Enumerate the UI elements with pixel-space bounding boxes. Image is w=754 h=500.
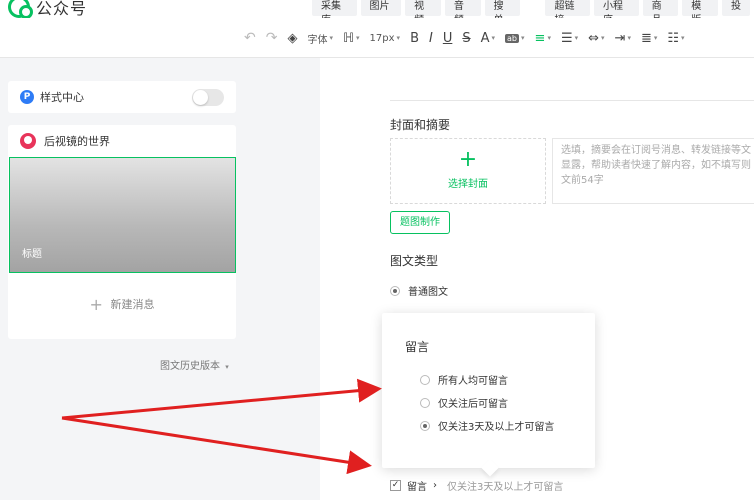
comment-checkbox[interactable]: ✓ — [390, 480, 401, 491]
font-family-select[interactable]: 字体 ▾ — [307, 31, 333, 46]
choose-cover-button[interactable]: + 选择封面 — [390, 138, 546, 204]
comment-option-followers[interactable]: 仅关注后可留言 — [420, 395, 508, 410]
article-card: 后视镜的世界 标题 + 新建消息 — [8, 125, 236, 339]
bold-button[interactable]: B — [410, 31, 419, 46]
style-center-card: P 样式中心 — [8, 81, 236, 113]
redo-icon[interactable]: ↷ — [266, 30, 278, 46]
article-type-title: 图文类型 — [390, 254, 439, 268]
app-name: 公众号 — [36, 0, 88, 18]
radio-icon — [390, 285, 400, 296]
account-avatar-icon — [20, 133, 36, 149]
undo-icon[interactable]: ↶ — [244, 30, 256, 46]
cover-design-button[interactable]: 题图制作 — [390, 211, 450, 234]
article-cover[interactable]: 标题 — [9, 157, 236, 273]
comment-setting-row: ✓ 留言 › 仅关注3天及以上才可留言 — [390, 478, 563, 493]
plus-icon: + — [458, 147, 478, 172]
paragraph-spacing-icon[interactable]: ☷ ▾ — [667, 31, 684, 46]
article-type-option[interactable]: 普通图文 — [390, 283, 448, 298]
menu-item-video[interactable]: 视频 — [405, 0, 441, 26]
letter-spacing-icon[interactable]: ⇔ ▾ — [588, 31, 604, 46]
comment-setting-hint: 仅关注3天及以上才可留言 — [447, 482, 564, 493]
menu-item-vote[interactable]: 投 — [721, 0, 750, 16]
underline-button[interactable]: U — [443, 31, 453, 46]
format-toolbar: ↶ ↷ ◈ 字体 ▾ ℍ ▾ 17px ▾ B I U S A ▾ ab ▾ ≡ ▾ ☰ ▾ … — [0, 18, 754, 58]
account-name: 后视镜的世界 — [44, 135, 110, 148]
account-header: 后视镜的世界 — [20, 133, 110, 149]
font-size-select[interactable]: 17px ▾ — [370, 33, 401, 44]
italic-button[interactable]: I — [429, 31, 433, 46]
style-center-icon: P — [20, 90, 34, 104]
plus-icon: + — [89, 295, 103, 314]
cover-section-title: 封面和摘要 — [390, 118, 451, 132]
radio-icon — [420, 397, 430, 408]
popup-title: 留言 — [405, 340, 430, 354]
align-left-icon[interactable]: ≡ ▾ — [535, 31, 551, 46]
format-painter-icon[interactable]: ◈ — [287, 31, 297, 46]
menu-item-image[interactable]: 图片▾ — [360, 0, 402, 25]
app-logo[interactable]: 公众号 — [8, 0, 87, 19]
style-center-label: 样式中心 — [40, 91, 84, 104]
align-center-icon[interactable]: ☰ ▾ — [561, 31, 578, 46]
comment-label[interactable]: 留言 — [407, 478, 427, 493]
top-bar: 公众号 采集库 图片▾ 视频 音频 搜单 超链接 小程序 商品 模版 投 — [0, 0, 754, 26]
menu-item-product[interactable]: 商品 — [642, 0, 679, 26]
menu-item-template[interactable]: 模版 — [682, 0, 718, 26]
divider — [390, 100, 754, 101]
indent-icon[interactable]: ⇥ ▾ — [615, 31, 631, 46]
summary-input[interactable]: 选填，摘要会在订阅号消息、转发链接等文显露，帮助读者快速了解内容，如不填写则文前… — [552, 138, 754, 204]
history-version-link[interactable]: 图文历史版本 ▾ — [160, 357, 229, 372]
menu-item-mini-program[interactable]: 小程序 — [594, 0, 639, 26]
choose-cover-label: 选择封面 — [448, 179, 488, 190]
comment-option-followers-3days[interactable]: 仅关注3天及以上才可留言 — [420, 418, 554, 433]
strikethrough-button[interactable]: S — [462, 31, 470, 46]
background-color-button[interactable]: ab ▾ — [505, 33, 525, 43]
radio-icon — [420, 374, 430, 385]
new-message-button[interactable]: + 新建消息 — [8, 295, 236, 314]
menu-item-collection[interactable]: 采集库 — [312, 0, 357, 26]
menu-item-audio[interactable]: 音频 — [444, 0, 481, 26]
radio-icon — [420, 420, 430, 431]
line-height-icon[interactable]: ≣ ▾ — [641, 31, 657, 46]
style-center-toggle[interactable] — [192, 89, 224, 106]
cover-title: 标题 — [22, 249, 42, 260]
chevron-right-icon[interactable]: › — [433, 480, 437, 491]
comment-option-all[interactable]: 所有人均可留言 — [420, 372, 508, 387]
insert-menu: 采集库 图片▾ 视频 音频 搜单 超链接 小程序 商品 模版 投 — [312, 0, 754, 26]
wechat-logo-icon — [8, 0, 33, 19]
font-color-button[interactable]: A ▾ — [481, 31, 495, 46]
menu-item-hyperlink[interactable]: 超链接 — [545, 0, 591, 26]
heading-icon[interactable]: ℍ ▾ — [343, 31, 360, 46]
menu-item-search[interactable]: 搜单 — [484, 0, 521, 26]
comment-settings-popup: 留言 所有人均可留言 仅关注后可留言 仅关注3天及以上才可留言 — [382, 313, 595, 468]
